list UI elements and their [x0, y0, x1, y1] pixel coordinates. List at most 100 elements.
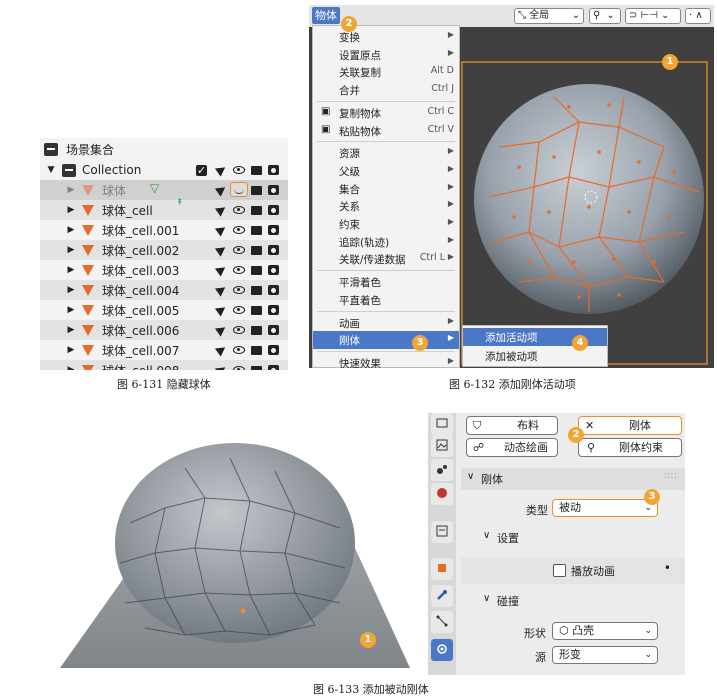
- menu-item[interactable]: 关系 ▶: [313, 197, 459, 215]
- menu-item[interactable]: 追踪(轨迹) ▶: [313, 233, 459, 251]
- select-toggle-icon[interactable]: [214, 303, 229, 317]
- eye-icon[interactable]: [233, 306, 245, 314]
- select-toggle-icon[interactable]: [214, 363, 229, 370]
- outliner-row[interactable]: ▶ 球体_cell.006: [40, 320, 288, 340]
- monitor-icon[interactable]: [251, 186, 262, 195]
- collection-row[interactable]: ▼ Collection ✓: [40, 160, 288, 180]
- expand-icon[interactable]: ▶: [66, 345, 76, 355]
- menu-item[interactable]: 约束 ▶: [313, 215, 459, 233]
- expand-icon[interactable]: ▶: [66, 365, 76, 370]
- monitor-icon[interactable]: [251, 206, 262, 215]
- menu-item[interactable]: 平滑着色: [313, 273, 459, 291]
- source-dropdown[interactable]: 形变 ⌄: [552, 646, 658, 664]
- menu-item[interactable]: 资源 ▶: [313, 144, 459, 162]
- animated-checkbox[interactable]: [553, 564, 566, 577]
- menu-item[interactable]: 集合 ▶: [313, 180, 459, 198]
- camera-icon[interactable]: [268, 165, 279, 175]
- monitor-icon[interactable]: [251, 286, 262, 295]
- outliner-row[interactable]: ▶ 球体_cell.007: [40, 340, 288, 360]
- menu-item[interactable]: ▣ 粘贴物体 Ctrl V: [313, 122, 459, 140]
- monitor-icon[interactable]: [251, 266, 262, 275]
- monitor-icon[interactable]: [251, 166, 262, 175]
- menu-item[interactable]: 快速效果 ▶: [313, 354, 459, 368]
- tab-object[interactable]: [431, 558, 453, 580]
- submenu-item[interactable]: 添加被动项: [463, 347, 607, 365]
- collapse-toggle-icon[interactable]: ▼: [46, 165, 56, 175]
- eye-icon[interactable]: [233, 266, 245, 274]
- monitor-icon[interactable]: [251, 246, 262, 255]
- tab-world[interactable]: [431, 483, 453, 505]
- select-toggle-icon[interactable]: [214, 243, 229, 257]
- monitor-icon[interactable]: [251, 366, 262, 370]
- outliner-row[interactable]: ▶ 球体_cell ↟: [40, 198, 288, 220]
- expand-icon[interactable]: ▶: [66, 285, 76, 295]
- select-toggle-icon[interactable]: [214, 183, 229, 197]
- tab-render[interactable]: [431, 413, 453, 435]
- object-menu-button[interactable]: 物体: [312, 7, 340, 24]
- menu-item[interactable]: 关联复制 Alt D: [313, 63, 459, 81]
- type-dropdown[interactable]: 被动 ⌄: [552, 499, 658, 517]
- rigid-body-button[interactable]: ✕ 刚体: [578, 416, 682, 435]
- drag-handle-icon[interactable]: ::::: [664, 470, 677, 481]
- menu-item[interactable]: 父级 ▶: [313, 162, 459, 180]
- menu-item[interactable]: 合并 Ctrl J: [313, 81, 459, 99]
- eye-icon[interactable]: [233, 246, 245, 254]
- eye-icon[interactable]: [233, 166, 245, 174]
- camera-icon[interactable]: [268, 345, 279, 355]
- dynamic-paint-button[interactable]: ☍ 动态绘画: [466, 438, 558, 457]
- camera-icon[interactable]: [268, 245, 279, 255]
- select-toggle-icon[interactable]: [214, 223, 229, 237]
- cloth-button[interactable]: ⛉ 布料: [466, 416, 558, 435]
- expand-icon[interactable]: ▶: [66, 185, 76, 195]
- tab-particles[interactable]: [431, 611, 453, 633]
- checkbox-icon[interactable]: ✓: [196, 164, 207, 176]
- rigid-body-panel-header[interactable]: ∨ 刚体 ::::: [461, 468, 685, 490]
- hidden-eye-icon[interactable]: [230, 182, 248, 197]
- expand-icon[interactable]: ▶: [66, 205, 76, 215]
- camera-icon[interactable]: [268, 305, 279, 315]
- menu-item[interactable]: 平直着色: [313, 291, 459, 309]
- eye-icon[interactable]: [233, 326, 245, 334]
- menu-item[interactable]: 关联/传递数据 Ctrl L ▶: [313, 250, 459, 268]
- camera-icon[interactable]: [268, 365, 279, 370]
- select-toggle-icon[interactable]: [214, 163, 229, 177]
- camera-icon[interactable]: [268, 225, 279, 235]
- tab-modifiers[interactable]: [431, 585, 453, 607]
- outliner-row[interactable]: ▶ 球体 ▽: [40, 180, 288, 200]
- tab-collection[interactable]: [431, 521, 453, 543]
- outliner-row[interactable]: ▶ 球体_cell.001: [40, 220, 288, 240]
- expand-icon[interactable]: ▶: [66, 245, 76, 255]
- orientation-dropdown[interactable]: ⤡ 全局 ⌄: [514, 8, 584, 24]
- menu-item[interactable]: 动画 ▶: [313, 314, 459, 332]
- select-toggle-icon[interactable]: [214, 263, 229, 277]
- monitor-icon[interactable]: [251, 326, 262, 335]
- outliner-row[interactable]: ▶ 球体_cell.005: [40, 300, 288, 320]
- menu-item[interactable]: 变换 ▶: [313, 28, 459, 46]
- camera-icon[interactable]: [268, 285, 279, 295]
- expand-icon[interactable]: ▶: [66, 225, 76, 235]
- select-toggle-icon[interactable]: [214, 343, 229, 357]
- monitor-icon[interactable]: [251, 226, 262, 235]
- shape-dropdown[interactable]: ⬡ 凸壳 ⌄: [552, 622, 658, 640]
- settings-section-header[interactable]: ∨ 设置: [461, 528, 685, 548]
- expand-icon[interactable]: ▶: [66, 265, 76, 275]
- camera-icon[interactable]: [268, 325, 279, 335]
- select-toggle-icon[interactable]: [214, 203, 229, 217]
- menu-item[interactable]: 设置原点 ▶: [313, 46, 459, 64]
- outliner-row[interactable]: ▶ 球体_cell.008: [40, 360, 288, 370]
- menu-item[interactable]: 刚体 ▶: [313, 331, 459, 350]
- collision-section-header[interactable]: ∨ 碰撞: [461, 591, 685, 611]
- monitor-icon[interactable]: [251, 346, 262, 355]
- eye-icon[interactable]: [233, 346, 245, 354]
- eye-icon[interactable]: [233, 366, 245, 370]
- proportional-dropdown[interactable]: · ∧: [685, 8, 711, 24]
- 3d-viewport[interactable]: [459, 27, 714, 368]
- tab-physics[interactable]: [431, 639, 453, 661]
- monitor-icon[interactable]: [251, 306, 262, 315]
- passive-rigid-body-scene[interactable]: 1: [55, 413, 420, 675]
- eye-icon[interactable]: [233, 286, 245, 294]
- snap-dropdown[interactable]: ⊃ ⊢⊣ ⌄: [625, 8, 681, 24]
- eye-icon[interactable]: [233, 226, 245, 234]
- outliner-row[interactable]: ▶ 球体_cell.003: [40, 260, 288, 280]
- eye-icon[interactable]: [233, 206, 245, 214]
